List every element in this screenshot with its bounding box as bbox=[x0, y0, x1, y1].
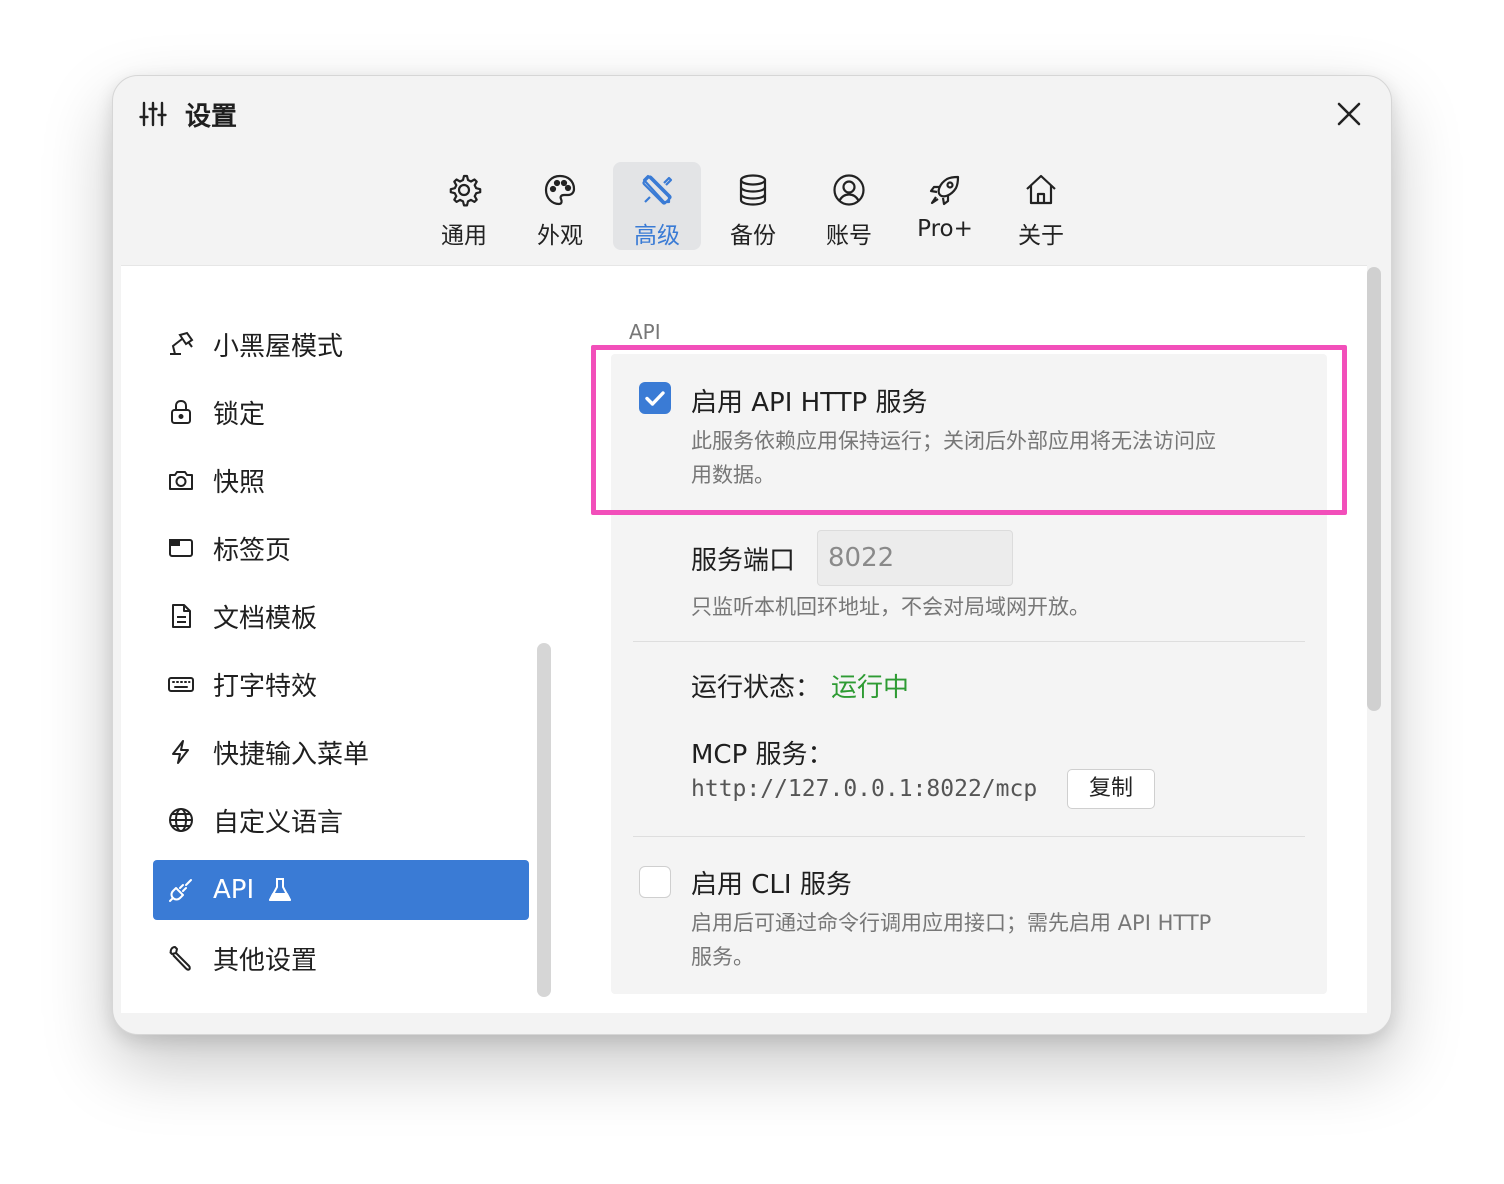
sidebar-item-snapshot[interactable]: 快照 bbox=[153, 450, 529, 510]
lock-icon bbox=[171, 399, 191, 424]
wrench-icon bbox=[169, 946, 191, 971]
sidebar-item-label: 打字特效 bbox=[213, 671, 318, 702]
tab-about[interactable]: 关于 bbox=[997, 162, 1085, 250]
tools-icon bbox=[642, 174, 673, 205]
tab-appearance[interactable]: 外观 bbox=[516, 162, 604, 250]
port-input[interactable] bbox=[817, 530, 1013, 586]
mcp-url: http://127.0.0.1:8022/mcp bbox=[691, 776, 1038, 802]
tab-label: 高级 bbox=[634, 223, 680, 249]
rocket-icon bbox=[929, 175, 960, 206]
cli-title: 启用 CLI 服务 bbox=[691, 870, 852, 900]
sidebar-item-label: API bbox=[213, 875, 255, 905]
api-http-checkbox[interactable] bbox=[639, 382, 671, 414]
plug-icon bbox=[169, 879, 192, 902]
cli-desc-cont: 服务。 bbox=[691, 945, 754, 969]
api-http-desc-cont: 用数据。 bbox=[691, 463, 775, 487]
palette-icon bbox=[544, 174, 576, 206]
api-http-desc: 此服务依赖应用保持运行；关闭后外部应用将无法访问应 bbox=[691, 429, 1216, 453]
document-icon bbox=[172, 604, 191, 628]
tab-label: 关于 bbox=[1018, 223, 1064, 249]
title-bar: 设置 bbox=[113, 76, 1391, 152]
content-scrollbar[interactable] bbox=[1367, 267, 1381, 711]
home-icon bbox=[1026, 174, 1056, 205]
sliders-icon bbox=[139, 101, 167, 127]
sidebar-item-dark-room[interactable]: 小黑屋模式 bbox=[153, 314, 529, 374]
tab-icon bbox=[169, 539, 193, 557]
sidebar-item-lock[interactable]: 锁定 bbox=[153, 382, 529, 442]
tab-advanced[interactable]: 高级 bbox=[613, 162, 701, 250]
copy-button[interactable]: 复制 bbox=[1067, 769, 1155, 809]
divider bbox=[633, 641, 1305, 642]
port-label: 服务端口 bbox=[691, 546, 796, 576]
content-area: 小黑屋模式 锁定 快照 标签页 文档模板 打字特效 快捷输入菜单 自定义语言 A… bbox=[121, 265, 1367, 1013]
database-icon bbox=[739, 174, 767, 206]
close-icon[interactable] bbox=[1333, 98, 1365, 130]
sidebar-scrollbar[interactable] bbox=[537, 643, 551, 997]
api-http-title: 启用 API HTTP 服务 bbox=[691, 388, 928, 418]
user-icon bbox=[833, 174, 865, 206]
sidebar-item-tabs[interactable]: 标签页 bbox=[153, 518, 529, 578]
section-heading: API bbox=[629, 320, 661, 344]
sidebar-item-label: 锁定 bbox=[213, 399, 266, 430]
divider bbox=[633, 836, 1305, 837]
gear-icon bbox=[449, 174, 482, 207]
status-label: 运行状态： bbox=[691, 673, 822, 703]
mcp-label: MCP 服务： bbox=[691, 740, 834, 770]
tab-label: 通用 bbox=[441, 223, 487, 249]
sidebar-item-custom-language[interactable]: 自定义语言 bbox=[153, 790, 529, 850]
divider bbox=[633, 510, 1305, 511]
cli-checkbox[interactable] bbox=[639, 866, 671, 898]
sidebar-item-label: 快照 bbox=[213, 467, 266, 498]
flask-icon bbox=[269, 878, 292, 901]
globe-icon bbox=[169, 808, 193, 832]
top-tabs: 通用 外观 高级 备份 账号 Pro+ 关于 bbox=[113, 162, 1391, 254]
sidebar-item-label: 标签页 bbox=[213, 535, 292, 566]
tab-backup[interactable]: 备份 bbox=[709, 162, 797, 250]
cli-desc: 启用后可通过命令行调用应用接口；需先启用 API HTTP bbox=[691, 911, 1212, 935]
checkmark-icon bbox=[645, 391, 665, 406]
tab-label: 账号 bbox=[826, 223, 872, 249]
status-value: 运行中 bbox=[831, 673, 910, 703]
tab-label: 备份 bbox=[730, 223, 776, 249]
tab-label: 外观 bbox=[537, 223, 583, 249]
sidebar-item-label: 快捷输入菜单 bbox=[213, 739, 370, 770]
keyboard-icon bbox=[168, 677, 194, 692]
api-settings-panel: 启用 API HTTP 服务 此服务依赖应用保持运行；关闭后外部应用将无法访问应… bbox=[611, 354, 1327, 994]
lightning-icon bbox=[172, 740, 189, 764]
settings-sidebar: 小黑屋模式 锁定 快照 标签页 文档模板 打字特效 快捷输入菜单 自定义语言 A… bbox=[121, 266, 551, 1013]
settings-window: 设置 通用 外观 高级 备份 账号 Pro+ 关于 小黑屋模式 锁定 快照 标签… bbox=[112, 75, 1392, 1035]
sidebar-item-quick-input[interactable]: 快捷输入菜单 bbox=[153, 722, 529, 782]
sidebar-item-label: 自定义语言 bbox=[213, 807, 344, 838]
sidebar-item-api[interactable]: API bbox=[153, 860, 529, 920]
window-title: 设置 bbox=[185, 102, 238, 132]
sidebar-item-label: 文档模板 bbox=[213, 603, 318, 634]
lamp-icon bbox=[170, 331, 194, 355]
sidebar-item-label: 其他设置 bbox=[213, 945, 318, 976]
tab-pro[interactable]: Pro+ bbox=[901, 162, 989, 250]
tab-label: Pro+ bbox=[917, 216, 973, 242]
port-hint: 只监听本机回环地址，不会对局域网开放。 bbox=[691, 595, 1090, 619]
sidebar-item-label: 小黑屋模式 bbox=[213, 331, 344, 362]
tab-account[interactable]: 账号 bbox=[805, 162, 893, 250]
sidebar-item-typing-effects[interactable]: 打字特效 bbox=[153, 654, 529, 714]
sidebar-item-other-settings[interactable]: 其他设置 bbox=[153, 928, 529, 988]
tab-general[interactable]: 通用 bbox=[420, 162, 508, 250]
sidebar-item-doc-templates[interactable]: 文档模板 bbox=[153, 586, 529, 646]
camera-icon bbox=[169, 471, 193, 490]
